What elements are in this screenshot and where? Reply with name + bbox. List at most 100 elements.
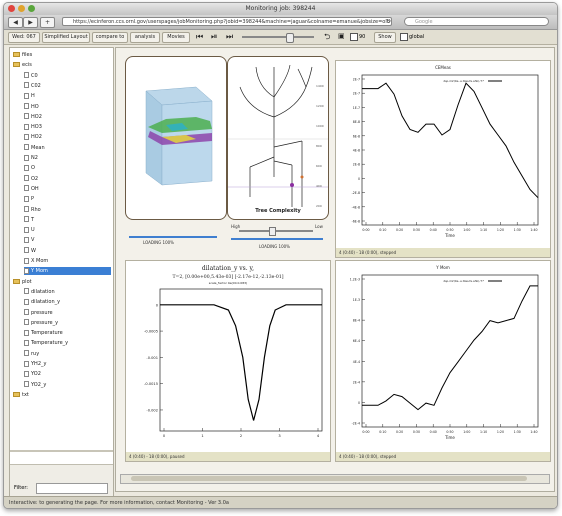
tree-folder[interactable]: txt [13, 391, 111, 399]
tree-item[interactable]: C0 [24, 72, 111, 80]
forward-button[interactable]: ▶ [23, 17, 38, 28]
y-tick-label: 8E-8 [353, 120, 360, 124]
tree-item[interactable]: YO2 [24, 370, 111, 378]
tree-item-label: C0 [31, 72, 38, 79]
tree-item-label: pressure [31, 309, 53, 316]
tree-item[interactable]: Temperature_y [24, 339, 111, 347]
chart-cemeas: CEMeas 2E-7 2E-7 1E-7 8E-8 6E-8 4E-8 2E-8 0 -2E-8… [352, 65, 539, 238]
document-icon [24, 72, 29, 79]
folder-icon [13, 52, 20, 57]
tree-item[interactable]: X Mom [24, 257, 111, 265]
document-icon [24, 103, 29, 109]
tree-item[interactable]: N2 [24, 154, 111, 162]
show-button[interactable]: Show [374, 32, 396, 43]
tree-item[interactable]: H [24, 92, 111, 100]
filter-input[interactable] [36, 483, 108, 494]
tree-item[interactable]: C02 [24, 82, 111, 90]
tree-item[interactable]: pressure_y [24, 319, 111, 327]
tree-complexity-title: Tree Complexity [255, 208, 301, 214]
tree-item[interactable]: OH [24, 185, 111, 193]
analysis-button[interactable]: analysis [130, 32, 160, 43]
tree-item-label: Rho [31, 206, 41, 213]
title-bar: Monitoring job: 398244 [4, 3, 557, 15]
tree-item[interactable]: HO2 [24, 113, 111, 121]
compare-to-button[interactable]: compare to [92, 32, 128, 43]
tree-item[interactable]: Y Mom [24, 267, 111, 276]
tree-folder[interactable]: plot [13, 278, 111, 286]
refresh-checkbox[interactable] [350, 33, 358, 41]
legend-label: dsp.m2(0e..e.tiles.fe.ahb),T:* [443, 79, 484, 83]
x-tick-label: 1:40 [530, 228, 537, 232]
y-tick-label: 0 [358, 177, 360, 181]
tree-item[interactable]: dilatation [24, 288, 111, 296]
tree-folder[interactable]: files [13, 51, 111, 59]
tree-item[interactable]: U [24, 226, 111, 234]
tree-item[interactable]: HO2 [24, 133, 111, 141]
tree-item[interactable]: pressure [24, 309, 111, 317]
tree-item-label: O2 [31, 175, 39, 182]
time-slider-handle[interactable] [286, 33, 294, 43]
document-icon [24, 154, 29, 161]
tree-item[interactable]: Rho [24, 206, 111, 214]
tree-complexity-view[interactable]: 1400 1200 1000 800 600 400 200 Tree Comp… [227, 56, 329, 220]
horizontal-scrollbar[interactable] [120, 474, 550, 484]
tree-axis-label: 800 [316, 144, 322, 148]
document-icon [24, 185, 29, 192]
tree-item[interactable]: YO2_y [24, 381, 111, 389]
scrollbar-thumb[interactable] [131, 476, 527, 481]
play-pause-icon[interactable]: ⏯ [211, 31, 217, 42]
tree-item[interactable]: V [24, 236, 111, 244]
sidebar-splitter[interactable] [10, 450, 113, 452]
volume-render-svg [145, 86, 213, 186]
x-tick-label: 1:20 [497, 228, 504, 232]
folder-icon [13, 391, 20, 397]
tree-item[interactable]: T [24, 216, 111, 224]
tree-item-label: Temperature [31, 330, 63, 337]
close-window-button[interactable] [8, 5, 15, 12]
simplified-layout-button[interactable]: Simplified Layout [42, 32, 90, 43]
time-slider-track[interactable] [242, 36, 314, 38]
tree-item[interactable]: HO3 [24, 123, 111, 131]
tree-item[interactable]: O2 [24, 175, 111, 183]
url-input[interactable]: https://ecinferon.ccs.ornl.gov/userspage… [62, 17, 392, 26]
tree-folder[interactable]: ecis [13, 61, 111, 69]
y-tick-label: 8E-4 [353, 319, 360, 323]
document-icon [24, 175, 29, 182]
minimize-window-button[interactable] [18, 5, 25, 12]
document-icon [24, 216, 29, 223]
x-tick-label: 1:30 [514, 228, 521, 232]
tree-item-label: pressure_y [31, 319, 59, 326]
search-input[interactable]: Google [404, 17, 549, 26]
first-frame-icon[interactable]: ⏮ [196, 31, 203, 42]
volume-render-view[interactable] [125, 56, 227, 220]
tree-item[interactable]: ruy [24, 350, 111, 358]
tree-item[interactable]: W [24, 247, 111, 255]
tree-item-label: ecis [22, 62, 32, 69]
global-checkbox[interactable] [400, 33, 408, 41]
complexity-slider-handle[interactable] [269, 227, 276, 236]
movies-button[interactable]: Movies [162, 32, 190, 43]
document-icon [24, 339, 29, 346]
tree-item[interactable]: HO [24, 103, 111, 111]
reload-icon[interactable]: ↻ [386, 17, 391, 27]
x-tick-label: 0 [163, 434, 166, 438]
tree-item[interactable]: O [24, 164, 111, 172]
loop-icon[interactable]: ⮌ [324, 31, 330, 42]
add-bookmark-button[interactable]: + [40, 17, 55, 28]
job-button[interactable]: Wed: 067 [8, 32, 40, 43]
tree-item[interactable]: dilatation_y [24, 298, 111, 306]
tree-svg: 1400 1200 1000 800 600 400 200 [228, 64, 328, 208]
global-label: global [409, 34, 425, 40]
tree-item[interactable]: P [24, 195, 111, 203]
complexity-slider-track[interactable] [239, 230, 313, 232]
zoom-window-button[interactable] [28, 5, 35, 12]
y-tick-label: -0.0015 [144, 382, 158, 386]
tree-item[interactable]: Mean [24, 144, 111, 152]
back-button[interactable]: ◀ [8, 17, 23, 28]
tree-item[interactable]: YH2_y [24, 360, 111, 368]
tree-item[interactable]: Temperature [24, 329, 111, 337]
x-axis-label: Time [444, 435, 455, 440]
save-icon[interactable]: ▣ [338, 31, 345, 42]
last-frame-icon[interactable]: ⏭ [226, 31, 233, 42]
legend-label: dsp.m2(0e..e.tiles.fe.ahb),T:* [443, 279, 484, 283]
